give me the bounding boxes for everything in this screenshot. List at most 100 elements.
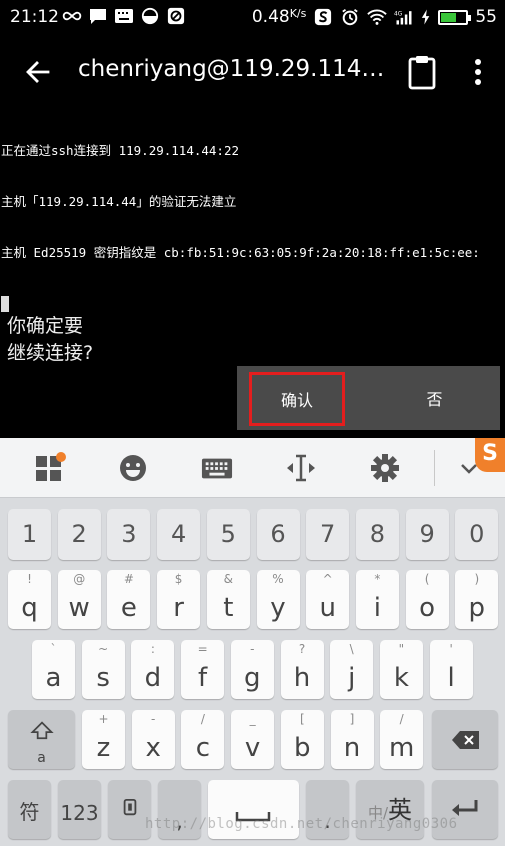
key-secondary-label: / bbox=[399, 712, 404, 726]
battery-icon bbox=[438, 9, 472, 25]
key-secondary-label: ( bbox=[424, 572, 430, 586]
key-secondary-label: ^ bbox=[322, 572, 333, 586]
letter-key[interactable]: ) p bbox=[455, 570, 499, 629]
key-label: 123 bbox=[60, 801, 99, 825]
letter-key[interactable]: * i bbox=[355, 570, 399, 629]
key-label: c bbox=[195, 733, 211, 763]
terminal-cursor bbox=[1, 296, 9, 312]
shift-sub-label: a bbox=[37, 750, 46, 766]
key-secondary-label: ~ bbox=[98, 642, 109, 656]
keyboard-icon[interactable] bbox=[201, 452, 233, 484]
letter-key[interactable]: ' l bbox=[429, 640, 473, 699]
letter-key[interactable]: @ w bbox=[57, 570, 101, 629]
terminal-line: 主机 Ed25519 密钥指纹是 cb:fb:51:9c:63:05:9f:2a… bbox=[1, 245, 480, 260]
letter-key[interactable]: ^ u bbox=[306, 570, 350, 629]
letter-key[interactable]: (o bbox=[405, 570, 449, 629]
letter-key[interactable]: / m bbox=[380, 710, 424, 769]
letter-key[interactable]: # e bbox=[107, 570, 151, 629]
number-key[interactable]: 1 bbox=[8, 509, 51, 560]
letter-key[interactable]: ~ s bbox=[81, 640, 125, 699]
sougou-s-icon bbox=[315, 8, 332, 26]
letter-key[interactable]: :d bbox=[131, 640, 175, 699]
letter-key[interactable]: = f bbox=[181, 640, 225, 699]
charging-icon bbox=[422, 9, 430, 25]
key-secondary-label: ' bbox=[449, 642, 453, 656]
letter-key[interactable]: _ v bbox=[231, 710, 275, 769]
blocked-icon bbox=[167, 7, 185, 25]
backspace-key[interactable] bbox=[432, 710, 498, 769]
number-key[interactable]: 0 bbox=[455, 509, 499, 560]
letter-key[interactable]: \ j bbox=[330, 640, 374, 699]
shift-key[interactable]: a bbox=[8, 710, 75, 769]
deny-button[interactable]: 否 bbox=[369, 366, 500, 430]
signal-4g-icon: 4G bbox=[394, 11, 412, 25]
key-label: 符 bbox=[19, 800, 40, 824]
key-secondary-label: # bbox=[123, 572, 134, 586]
letter-key[interactable]: ` a bbox=[32, 640, 75, 699]
key-secondary-label: / bbox=[200, 712, 205, 726]
sougou-logo: S bbox=[475, 438, 505, 472]
key-secondary-label: " bbox=[398, 642, 405, 656]
backspace-icon bbox=[452, 731, 479, 749]
key-secondary-label: % bbox=[272, 572, 284, 586]
letter-key[interactable]: $ r bbox=[157, 570, 201, 629]
key-label: f bbox=[198, 663, 208, 693]
key-label: a bbox=[45, 663, 62, 693]
letter-key[interactable]: + z bbox=[82, 710, 125, 769]
more-options-icon[interactable] bbox=[466, 54, 490, 90]
key-secondary-label: ) bbox=[474, 572, 480, 586]
watermark: http://blog.csdn.net/chenriyang0306 bbox=[145, 816, 458, 832]
number-key[interactable]: 2 bbox=[57, 509, 101, 560]
letter-key[interactable]: ? h bbox=[280, 640, 324, 699]
key-label: g bbox=[244, 663, 261, 693]
key-label: d bbox=[144, 663, 162, 693]
infinity-icon bbox=[62, 11, 82, 21]
letter-key[interactable]: [b bbox=[280, 710, 324, 769]
number-key[interactable]: 6 bbox=[256, 509, 300, 560]
gear-icon[interactable] bbox=[369, 452, 401, 484]
number-key[interactable]: 9 bbox=[405, 509, 449, 560]
svg-text:4G: 4G bbox=[394, 11, 403, 17]
key-label: q bbox=[21, 593, 38, 623]
status-bar: 21:12 0.48K/s 4G 55 bbox=[0, 0, 505, 36]
number-key[interactable]: 3 bbox=[107, 509, 151, 560]
key-secondary-label: ] bbox=[349, 712, 355, 726]
alarm-icon bbox=[342, 9, 359, 26]
letter-key[interactable]: -g bbox=[230, 640, 274, 699]
key-label: m bbox=[389, 733, 415, 763]
numbers-mode-key[interactable]: 123 bbox=[58, 780, 101, 839]
key-secondary-label: * bbox=[374, 572, 381, 586]
letter-key[interactable]: " k bbox=[379, 640, 423, 699]
letter-key[interactable]: ! q bbox=[8, 570, 51, 629]
confirm-button[interactable]: 确认 bbox=[249, 372, 345, 426]
letter-key[interactable]: % y bbox=[256, 570, 300, 629]
key-secondary-label: - bbox=[250, 642, 255, 656]
letter-key[interactable]: & t bbox=[206, 570, 250, 629]
prompt-line: 继续连接? bbox=[7, 342, 94, 364]
status-right: 0.48K/s 4G 55 bbox=[252, 7, 497, 27]
key-label: b bbox=[294, 733, 311, 763]
cursor-move-icon[interactable] bbox=[285, 452, 317, 484]
key-secondary-label: @ bbox=[73, 572, 86, 586]
back-arrow-icon[interactable] bbox=[22, 56, 54, 88]
toolbar-divider bbox=[434, 450, 435, 486]
terminal-line: 主机「119.29.114.44」的验证无法建立 bbox=[1, 194, 237, 209]
number-key[interactable]: 7 bbox=[306, 509, 350, 560]
letter-key[interactable]: -x bbox=[131, 710, 175, 769]
apps-grid-icon[interactable] bbox=[34, 452, 66, 484]
terminal-line: 正在通过ssh连接到 119.29.114.44:22 bbox=[1, 143, 240, 158]
key-label: h bbox=[293, 663, 311, 693]
letter-key[interactable]: ] n bbox=[330, 710, 374, 769]
key-label: v bbox=[244, 733, 261, 763]
letter-key[interactable]: / c bbox=[181, 710, 225, 769]
number-key[interactable]: 8 bbox=[355, 509, 399, 560]
confirm-dialog: 确认 否 bbox=[237, 366, 500, 430]
number-key[interactable]: 4 bbox=[157, 509, 201, 560]
key-label: z bbox=[96, 733, 111, 763]
number-key[interactable]: 5 bbox=[206, 509, 250, 560]
status-time: 21:12 bbox=[10, 7, 59, 27]
clipboard-icon[interactable] bbox=[406, 54, 438, 90]
symbols-key[interactable]: 符 bbox=[8, 780, 51, 839]
key-label: p bbox=[468, 593, 486, 623]
emoji-icon[interactable] bbox=[117, 452, 149, 484]
